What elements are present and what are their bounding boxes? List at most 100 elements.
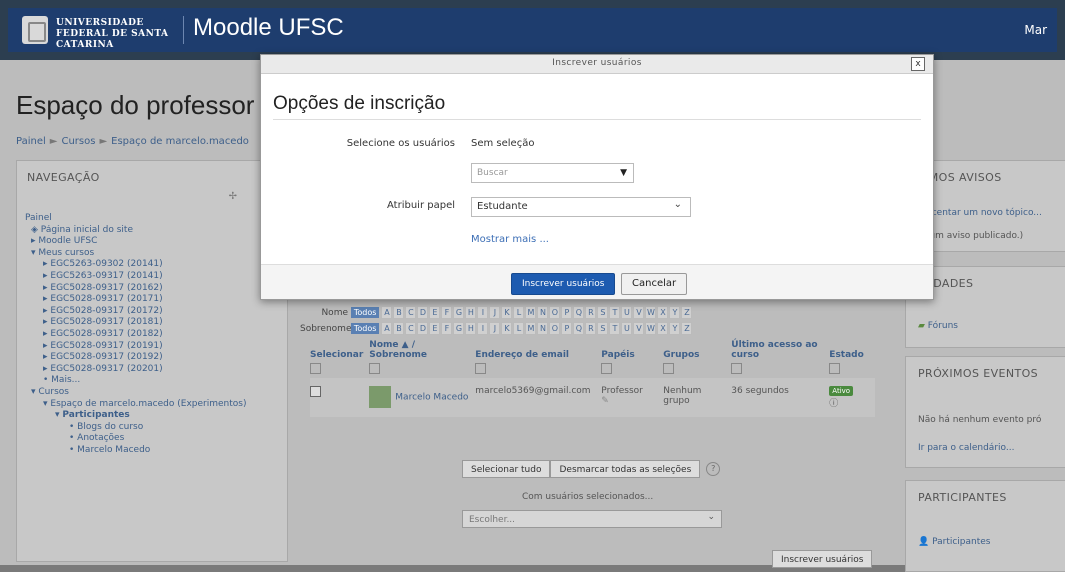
initial-letter-button[interactable]: N	[537, 322, 549, 335]
initial-letter-button[interactable]: F	[441, 322, 453, 335]
cancel-button[interactable]: Cancelar	[621, 273, 688, 295]
nav-item[interactable]: ▾ Espaço de marcelo.macedo (Experimentos…	[25, 399, 285, 411]
initial-letter-button[interactable]: G	[453, 306, 465, 319]
close-icon[interactable]: x	[911, 57, 925, 71]
nav-item[interactable]: • Anotações	[25, 433, 285, 445]
collapse-column-icon[interactable]	[731, 363, 743, 374]
initial-letter-button[interactable]: K	[501, 306, 513, 319]
initial-letter-button[interactable]: X	[657, 306, 669, 319]
help-icon[interactable]: ?	[706, 462, 721, 476]
user-fullname-link[interactable]: Marcelo Macedo	[395, 393, 468, 403]
initial-letter-button[interactable]: K	[501, 322, 513, 335]
initial-letter-button[interactable]: P	[561, 306, 573, 319]
initial-letter-button[interactable]: U	[621, 306, 633, 319]
initial-letter-button[interactable]: I	[477, 322, 489, 335]
initial-letter-button[interactable]: E	[429, 322, 441, 335]
avatar[interactable]	[369, 386, 392, 408]
collapse-column-icon[interactable]	[369, 363, 381, 374]
role-select[interactable]: Estudante ⌄	[471, 197, 691, 217]
col-status[interactable]: Estado	[829, 340, 875, 378]
col-name-label[interactable]: Nome	[369, 340, 398, 350]
enrol-users-button[interactable]: Inscrever usuários	[511, 273, 616, 295]
initial-letter-button[interactable]: Q	[573, 306, 585, 319]
initial-letter-button[interactable]: L	[513, 322, 525, 335]
initial-letter-button[interactable]: J	[489, 322, 501, 335]
block-actions-icon[interactable]: ✢	[229, 191, 237, 202]
col-name[interactable]: Nome ▲ / Sobrenome	[369, 340, 475, 378]
user-search-select[interactable]: Buscar ▼	[471, 163, 634, 183]
initial-letter-button[interactable]: U	[621, 322, 633, 335]
participants-link[interactable]: 👤 Participantes	[918, 537, 991, 547]
initial-letter-button[interactable]: W	[645, 306, 657, 319]
col-select[interactable]: Selecionar	[310, 340, 369, 378]
col-last-access-label[interactable]: Último acesso ao curso	[731, 340, 817, 360]
row-checkbox[interactable]	[310, 386, 321, 397]
nav-item[interactable]: ▸ EGC5263-09317 (20141)	[25, 271, 285, 283]
col-surname-label[interactable]: Sobrenome	[369, 350, 427, 360]
breadcrumb-item-painel[interactable]: Painel	[16, 136, 46, 147]
initial-letter-button[interactable]: C	[405, 306, 417, 319]
nav-item[interactable]: • Marcelo Macedo	[25, 445, 285, 457]
nav-item[interactable]: ▸ EGC5028-09317 (20172)	[25, 306, 285, 318]
nav-item[interactable]: ▸ EGC5028-09317 (20181)	[25, 317, 285, 329]
initial-letter-button[interactable]: T	[609, 306, 621, 319]
col-groups[interactable]: Grupos	[663, 340, 731, 378]
collapse-column-icon[interactable]	[310, 363, 321, 374]
initial-letter-button[interactable]: H	[465, 306, 477, 319]
site-brand[interactable]: Moodle UFSC	[193, 14, 344, 42]
initial-letter-button[interactable]: L	[513, 306, 525, 319]
initial-letter-button[interactable]: O	[549, 322, 561, 335]
nav-item[interactable]: ▸ EGC5028-09317 (20182)	[25, 329, 285, 341]
initial-letter-button[interactable]: M	[525, 306, 537, 319]
col-roles[interactable]: Papéis	[601, 340, 663, 378]
nav-item[interactable]: ▸ EGC5028-09317 (20201)	[25, 364, 285, 376]
initial-letter-button[interactable]: A	[381, 306, 393, 319]
initial-letter-button[interactable]: C	[405, 322, 417, 335]
col-last-access[interactable]: Último acesso ao curso	[731, 340, 829, 378]
initial-letter-button[interactable]: Y	[669, 306, 681, 319]
initial-letter-button[interactable]: T	[609, 322, 621, 335]
nav-item[interactable]: ▸ EGC5263-09302 (20141)	[25, 259, 285, 271]
initial-letter-button[interactable]: O	[549, 306, 561, 319]
initial-letter-button[interactable]: W	[645, 322, 657, 335]
initial-letter-button[interactable]: J	[489, 306, 501, 319]
nav-item[interactable]: ▸ EGC5028-09317 (20191)	[25, 341, 285, 353]
col-email[interactable]: Endereço de email	[475, 340, 601, 378]
col-roles-label[interactable]: Papéis	[601, 350, 634, 360]
collapse-column-icon[interactable]	[663, 363, 675, 374]
initial-letter-button[interactable]: G	[453, 322, 465, 335]
nav-item[interactable]: ▸ EGC5028-09317 (20162)	[25, 283, 285, 295]
col-groups-label[interactable]: Grupos	[663, 350, 699, 360]
nav-item[interactable]: ▾ Meus cursos	[25, 248, 285, 260]
initial-letter-button[interactable]: E	[429, 306, 441, 319]
initial-letter-button[interactable]: D	[417, 322, 429, 335]
show-more-link[interactable]: Mostrar mais ...	[471, 234, 549, 245]
deselect-all-button[interactable]: Desmarcar todas as seleções	[550, 460, 701, 478]
dialog-titlebar[interactable]: Inscrever usuários x	[261, 55, 933, 74]
collapse-column-icon[interactable]	[601, 363, 613, 374]
nav-item[interactable]: ▸ EGC5028-09317 (20171)	[25, 294, 285, 306]
university-crest-icon[interactable]	[22, 16, 48, 44]
initial-letter-button[interactable]: D	[417, 306, 429, 319]
initial-letter-button[interactable]: X	[657, 322, 669, 335]
initial-letter-button[interactable]: H	[465, 322, 477, 335]
initial-letter-button[interactable]: B	[393, 322, 405, 335]
initial-letter-button[interactable]: I	[477, 306, 489, 319]
select-all-button[interactable]: Selecionar tudo	[462, 460, 551, 478]
initial-letter-button[interactable]: V	[633, 322, 645, 335]
nav-item[interactable]: ▾ Participantes	[25, 410, 285, 422]
initial-letter-button[interactable]: A	[381, 322, 393, 335]
initial-letter-button[interactable]: F	[441, 306, 453, 319]
initial-letter-button[interactable]: N	[537, 306, 549, 319]
initial-letter-button[interactable]: R	[585, 322, 597, 335]
initial-letter-button[interactable]: S	[597, 322, 609, 335]
university-name[interactable]: UNIVERSIDADE FEDERAL DE SANTA CATARINA	[56, 18, 176, 51]
nav-item[interactable]: Painel	[25, 213, 285, 225]
initial-letter-button[interactable]: Z	[681, 322, 693, 335]
collapse-column-icon[interactable]	[475, 363, 487, 374]
breadcrumb-item-cursos[interactable]: Cursos	[61, 136, 95, 147]
collapse-column-icon[interactable]	[829, 363, 841, 374]
initial-letter-button[interactable]: B	[393, 306, 405, 319]
initial-letter-button[interactable]: M	[525, 322, 537, 335]
nav-item[interactable]: • Blogs do curso	[25, 422, 285, 434]
